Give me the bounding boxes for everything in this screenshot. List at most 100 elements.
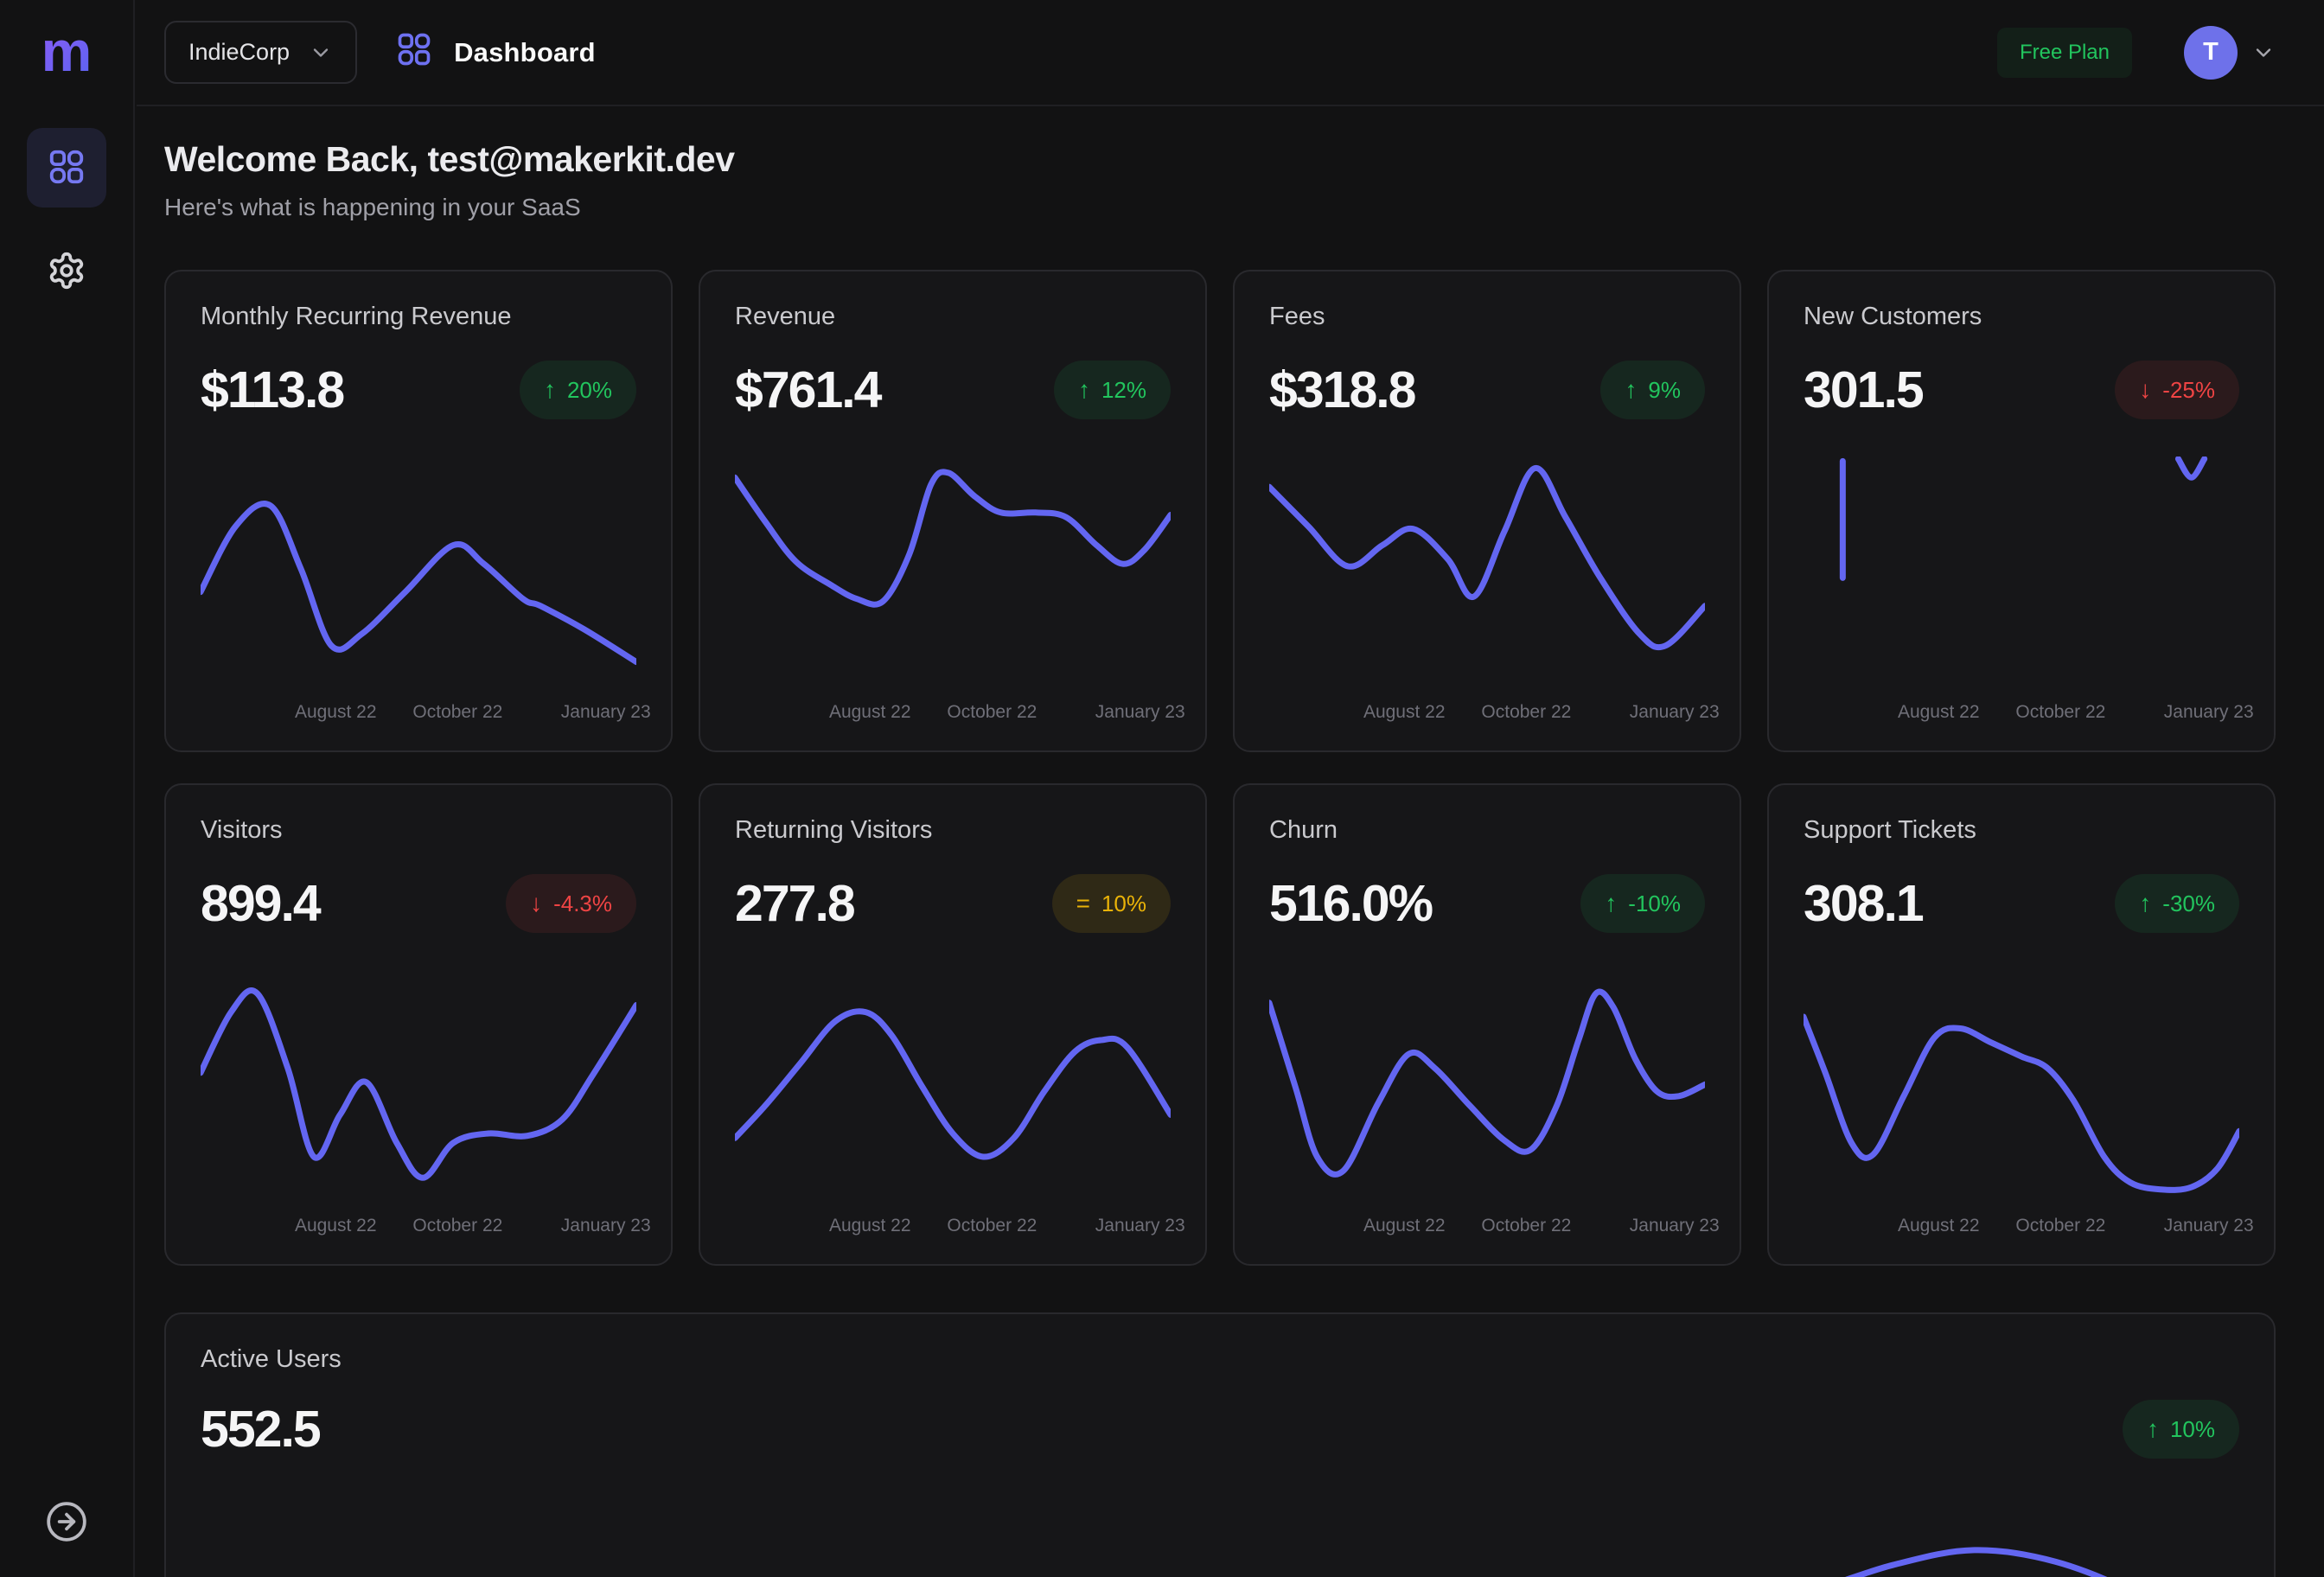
x-tick: January 23	[561, 1216, 651, 1236]
x-tick: August 22	[295, 702, 377, 723]
card-value: 899.4	[201, 874, 320, 933]
arrow-right-circle-icon	[45, 1500, 88, 1546]
sidebar-collapse-button[interactable]	[45, 1500, 88, 1546]
x-tick: January 23	[1095, 702, 1185, 723]
stat-card-monthly-recurring-revenue: Monthly Recurring Revenue $113.8 ↑ 20% A…	[164, 270, 673, 752]
trend-badge: ↑ 20%	[520, 361, 636, 419]
dashboard-content: Welcome Back, test@makerkit.dev Here's w…	[137, 106, 2324, 1577]
x-tick: October 22	[412, 1216, 502, 1236]
stat-card-active-users: Active Users 552.5 ↑ 10%	[164, 1312, 2276, 1577]
sidebar-nav	[27, 128, 106, 311]
stat-card-fees: Fees $318.8 ↑ 9% August 22 October 22 Ja…	[1233, 270, 1741, 752]
stat-card-returning-visitors: Returning Visitors 277.8 = 10% August 22…	[699, 783, 1207, 1266]
card-value: 552.5	[201, 1400, 320, 1459]
sparkline-chart: August 22 October 22 January 23	[201, 970, 636, 1240]
card-value: 516.0%	[1269, 874, 1432, 933]
x-tick: August 22	[829, 1216, 911, 1236]
card-value: 301.5	[1804, 361, 1923, 419]
x-tick: January 23	[1630, 702, 1720, 723]
sidebar: m	[0, 0, 135, 1577]
badge-label: 10%	[1101, 892, 1146, 915]
x-tick: January 23	[1095, 1216, 1185, 1236]
header: IndieCorp Dashboard Free Plan T	[137, 0, 2324, 106]
avatar: T	[2184, 26, 2238, 80]
sidebar-item-dashboard[interactable]	[27, 128, 106, 208]
chevron-down-icon	[2251, 41, 2276, 65]
badge-label: -30%	[2162, 892, 2215, 915]
stat-card-churn: Churn 516.0% ↑ -10% August 22 October 22…	[1233, 783, 1741, 1266]
gear-icon	[47, 251, 86, 293]
x-tick: October 22	[2015, 702, 2105, 723]
x-tick: October 22	[1481, 702, 1571, 723]
x-tick: January 23	[1630, 1216, 1720, 1236]
x-axis: August 22 October 22 January 23	[735, 695, 1171, 726]
page-title-group: Dashboard	[395, 30, 596, 75]
trend-badge: ↑ -30%	[2115, 874, 2239, 933]
badge-label: 12%	[1101, 379, 1146, 401]
stat-card-revenue: Revenue $761.4 ↑ 12% August 22 October 2…	[699, 270, 1207, 752]
trend-badge: ↓ -4.3%	[506, 874, 636, 933]
x-tick: August 22	[1898, 1216, 1980, 1236]
sparkline-chart: August 22 October 22 January 23	[1269, 970, 1705, 1240]
sparkline-chart: August 22 October 22 January 23	[201, 456, 636, 726]
welcome-subtitle: Here's what is happening in your SaaS	[164, 194, 2276, 221]
card-title: Revenue	[735, 303, 1171, 331]
badge-label: -25%	[2162, 379, 2215, 401]
x-axis: August 22 October 22 January 23	[1269, 695, 1705, 726]
x-tick: October 22	[2015, 1216, 2105, 1236]
badge-label: 10%	[2170, 1418, 2215, 1440]
arrow-down-icon: ↓	[2139, 378, 2151, 402]
app-logo[interactable]: m	[42, 22, 93, 80]
card-title: Churn	[1269, 816, 1705, 845]
dashboard-grid-icon	[47, 147, 86, 189]
x-tick: October 22	[947, 702, 1037, 723]
x-tick: October 22	[1481, 1216, 1571, 1236]
arrow-up-icon: ↑	[2147, 1417, 2159, 1441]
sparkline-chart: August 22 October 22 January 23	[1269, 456, 1705, 726]
x-tick: August 22	[1363, 702, 1446, 723]
welcome-heading: Welcome Back, test@makerkit.dev	[164, 139, 2276, 180]
trend-badge: ↓ -25%	[2115, 361, 2239, 419]
x-axis: August 22 October 22 January 23	[735, 1209, 1171, 1240]
workspace-name: IndieCorp	[188, 39, 290, 66]
x-tick: August 22	[829, 702, 911, 723]
x-tick: August 22	[295, 1216, 377, 1236]
x-axis: August 22 October 22 January 23	[201, 695, 636, 726]
trend-badge: ↑ 9%	[1600, 361, 1705, 419]
x-axis: August 22 October 22 January 23	[201, 1209, 636, 1240]
sparkline-chart: August 22 October 22 January 23	[1804, 970, 2239, 1240]
account-menu-button[interactable]: T	[2184, 26, 2276, 80]
x-tick: January 23	[561, 702, 651, 723]
card-title: Support Tickets	[1804, 816, 2239, 845]
sparkline-chart: August 22 October 22 January 23	[735, 456, 1171, 726]
card-title: Monthly Recurring Revenue	[201, 303, 636, 331]
card-title: Returning Visitors	[735, 816, 1171, 845]
trend-badge: = 10%	[1052, 874, 1171, 933]
arrow-down-icon: ↓	[530, 891, 542, 916]
trend-badge: ↑ 10%	[2123, 1400, 2239, 1459]
card-value: $318.8	[1269, 361, 1414, 419]
workspace-selector[interactable]: IndieCorp	[164, 21, 357, 84]
card-value: 308.1	[1804, 874, 1923, 933]
arrow-up-icon: ↑	[1078, 378, 1090, 402]
stat-card-support-tickets: Support Tickets 308.1 ↑ -30% August 22 O…	[1767, 783, 2276, 1266]
x-tick: January 23	[2164, 702, 2254, 723]
x-tick: August 22	[1363, 1216, 1446, 1236]
badge-label: -4.3%	[553, 892, 612, 915]
page-title: Dashboard	[454, 37, 596, 68]
sidebar-item-settings[interactable]	[27, 232, 106, 311]
badge-label: 9%	[1648, 379, 1681, 401]
arrow-up-icon: ↑	[2139, 891, 2151, 916]
card-title: Active Users	[201, 1345, 2239, 1374]
x-tick: January 23	[2164, 1216, 2254, 1236]
stats-grid: Monthly Recurring Revenue $113.8 ↑ 20% A…	[164, 270, 2276, 1577]
x-tick: October 22	[947, 1216, 1037, 1236]
badge-label: -10%	[1628, 892, 1681, 915]
x-tick: August 22	[1898, 702, 1980, 723]
chevron-down-icon	[309, 41, 333, 65]
stat-card-visitors: Visitors 899.4 ↓ -4.3% August 22 October…	[164, 783, 673, 1266]
card-title: Fees	[1269, 303, 1705, 331]
plan-badge: Free Plan	[1997, 28, 2132, 78]
x-axis: August 22 October 22 January 23	[1804, 1209, 2239, 1240]
badge-label: 20%	[567, 379, 612, 401]
